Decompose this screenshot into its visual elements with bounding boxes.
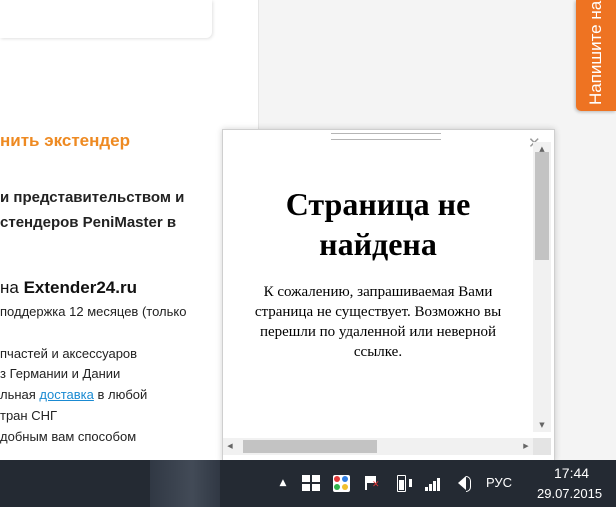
show-hidden-icons-chevron-up-icon[interactable]: ▲ (272, 472, 294, 494)
paragraph-line-2: стендеров PeniMaster в (0, 214, 177, 231)
taskbar: ▲ РУС 17:44 29.07.2015 (0, 460, 616, 507)
shop-line: на Extender24.ru (0, 278, 137, 298)
scroll-down-arrow-icon[interactable]: ▼ (533, 418, 551, 432)
modal-content: Страница не найдена К сожалению, запраши… (223, 142, 533, 432)
support-line: поддержка 12 месяцев (только (0, 304, 187, 319)
feedback-tab[interactable]: Напишите на (576, 0, 616, 111)
taskbar-app-thumbnail[interactable] (150, 460, 220, 507)
network-signal-icon[interactable] (421, 472, 443, 494)
scroll-corner (533, 438, 551, 455)
action-center-flag-icon[interactable] (360, 472, 382, 494)
horizontal-scroll-thumb[interactable] (243, 440, 377, 453)
page-heading: нить экстендер (0, 131, 131, 150)
shop-name: Extender24.ru (23, 278, 137, 297)
delivery-line: льная доставка в любой (0, 387, 147, 402)
clock-time[interactable]: 17:44 (550, 465, 614, 481)
shop-line-prefix: на (0, 278, 24, 297)
delivery-prefix: льная (0, 387, 40, 402)
scroll-left-arrow-icon[interactable]: ◀ (223, 438, 237, 455)
volume-speaker-icon[interactable] (451, 472, 473, 494)
feedback-tab-label: Напишите на (586, 0, 605, 105)
list-line-1: пчастей и аксессуаров (0, 346, 138, 361)
battery-power-icon[interactable] (393, 472, 415, 494)
page-title: Страница не найдена (285, 186, 471, 262)
language-indicator[interactable]: РУС (486, 475, 512, 490)
windows-logo-icon[interactable] (300, 472, 322, 494)
top-card (0, 0, 212, 38)
scroll-right-arrow-icon[interactable]: ▶ (519, 438, 533, 455)
error-modal: ✕ Страница не найдена К сожалению, запра… (222, 129, 555, 462)
clock-date[interactable]: 29.07.2015 (537, 486, 615, 501)
delivery-link[interactable]: доставка (39, 387, 93, 402)
horizontal-scrollbar[interactable]: ◀ ▶ (223, 438, 533, 455)
countries-line: тран СНГ (0, 408, 58, 423)
vertical-scroll-thumb[interactable] (535, 152, 549, 260)
drag-handle[interactable] (331, 133, 441, 140)
payment-line: добным вам способом (0, 429, 137, 444)
paragraph-line-1: и представительством и (0, 189, 185, 206)
color-app-tray-icon[interactable] (330, 472, 352, 494)
delivery-suffix: в любой (93, 387, 148, 402)
vertical-scrollbar[interactable]: ▲ ▼ (533, 142, 551, 432)
list-line-2: з Германии и Дании (0, 366, 121, 381)
error-message: К сожалению, запрашиваемая Вами страница… (254, 284, 502, 360)
